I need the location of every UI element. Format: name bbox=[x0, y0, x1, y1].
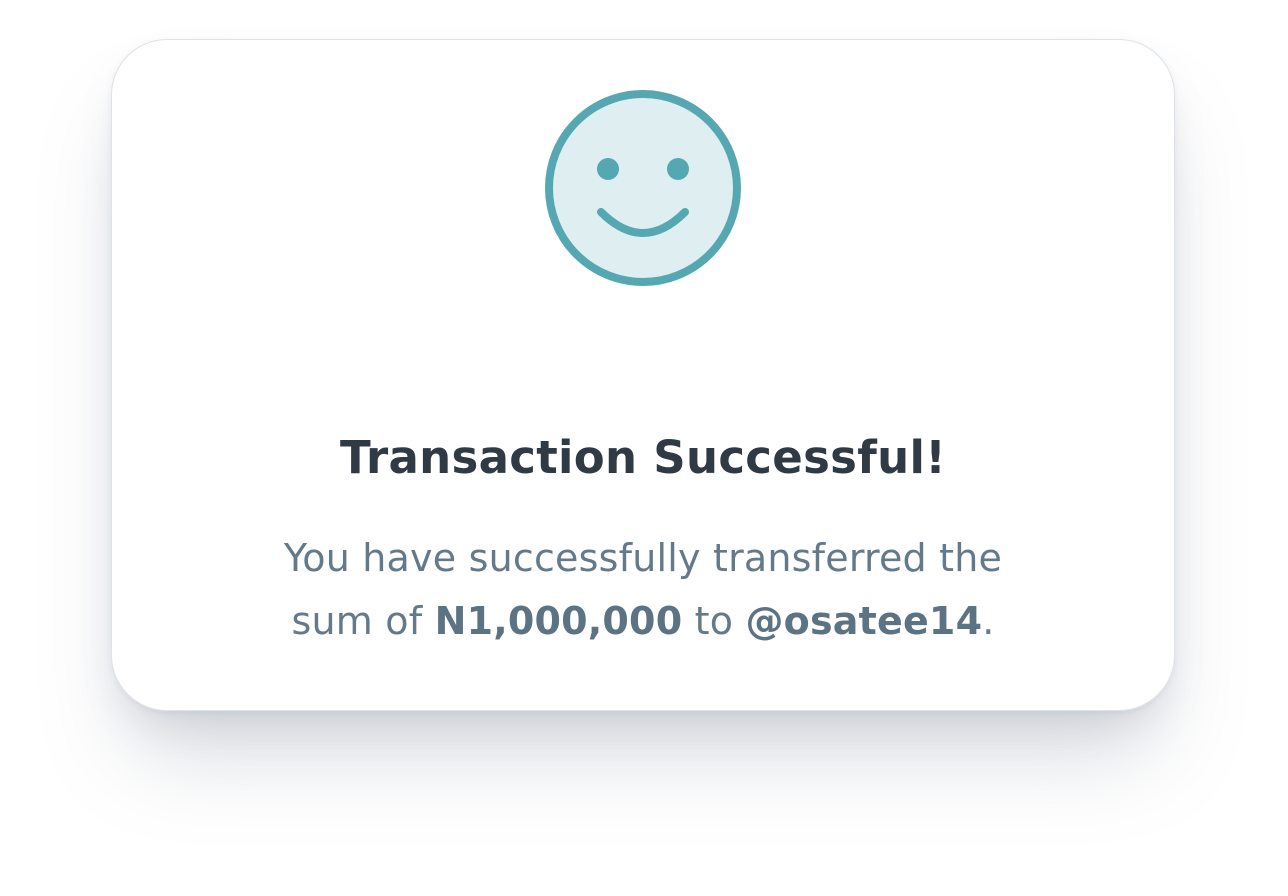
transfer-amount: N1,000,000 bbox=[434, 599, 683, 643]
dialog-title: Transaction Successful! bbox=[339, 431, 947, 484]
message-line-2: sum of N1,000,000 to @osatee14. bbox=[112, 590, 1174, 653]
message-line-1: You have successfully transferred the bbox=[283, 536, 1003, 580]
dialog-message: You have successfully transferred the su… bbox=[112, 527, 1174, 653]
message-connector: to bbox=[682, 599, 746, 643]
screen: Transaction Successful! You have success… bbox=[0, 0, 1288, 896]
message-suffix: . bbox=[982, 599, 995, 643]
success-dialog: Transaction Successful! You have success… bbox=[111, 39, 1175, 711]
message-prefix: sum of bbox=[291, 599, 435, 643]
smiley-face-icon bbox=[543, 88, 743, 288]
recipient-handle: @osatee14 bbox=[745, 599, 983, 643]
